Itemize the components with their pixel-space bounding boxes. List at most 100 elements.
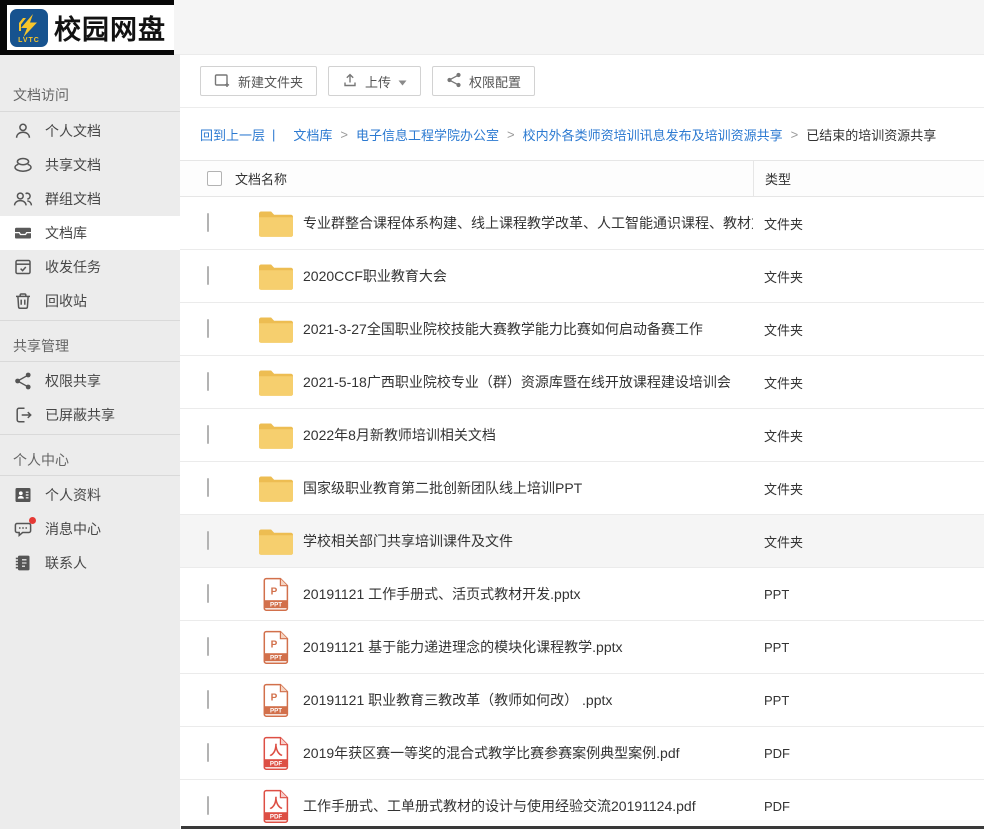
table-row[interactable]: 2021-5-18广西职业院校专业（群）资源库暨在线开放课程建设培训会文件夹 [180, 356, 984, 409]
library-icon [13, 223, 33, 243]
sidebar-item-send-receive-tasks[interactable]: 收发任务 [0, 250, 180, 284]
file-name[interactable]: 2021-3-27全国职业院校技能大赛教学能力比赛如何启动备赛工作 [303, 319, 753, 339]
breadcrumb-back-link[interactable]: 回到上一层 [200, 125, 265, 144]
toolbar: 新建文件夹 上传 权限配置 [180, 55, 984, 108]
file-name[interactable]: 20191121 工作手册式、活页式教材开发.pptx [303, 584, 753, 604]
table-row[interactable]: 2022年8月新教师培训相关文档文件夹 [180, 409, 984, 462]
file-name[interactable]: 学校相关部门共享培训课件及文件 [303, 531, 753, 551]
file-name[interactable]: 2022年8月新教师培训相关文档 [303, 425, 753, 445]
sidebar-item-message-center[interactable]: 消息中心 [0, 512, 180, 546]
row-checkbox[interactable] [207, 531, 209, 550]
sidebar-item-label: 回收站 [45, 291, 87, 311]
row-checkbox-cell [207, 479, 222, 497]
upload-button[interactable]: 上传 [328, 66, 421, 96]
file-name[interactable]: 国家级职业教育第二批创新团队线上培训PPT [303, 478, 753, 498]
folder-icon [257, 367, 295, 398]
file-type: PPT [753, 587, 984, 602]
breadcrumb-link[interactable]: 文档库 [293, 125, 332, 144]
breadcrumb-link[interactable]: 校内外各类师资培训讯息发布及培训资源共享 [523, 125, 783, 144]
row-checkbox-cell [207, 797, 222, 815]
file-name[interactable]: 2019年获区赛一等奖的混合式教学比赛参赛案例典型案例.pdf [303, 743, 753, 763]
sidebar-item-recycle-bin[interactable]: 回收站 [0, 284, 180, 318]
select-all-checkbox[interactable] [207, 171, 222, 186]
sidebar-item-blocked-share[interactable]: 已屏蔽共享 [0, 398, 180, 432]
ppt-icon: PPPT [257, 683, 295, 718]
breadcrumb-separator: > [507, 127, 515, 142]
file-type: PPT [753, 640, 984, 655]
row-checkbox-cell [207, 638, 222, 656]
table-row[interactable]: 人PDF2019年获区赛一等奖的混合式教学比赛参赛案例典型案例.pdfPDF [180, 727, 984, 780]
app-window: LVTC 校园网盘 文档访问个人文档共享文档群组文档文档库收发任务回收站共享管理… [0, 0, 984, 829]
row-checkbox[interactable] [207, 425, 209, 444]
ppt-icon: PPPT [257, 630, 295, 665]
sidebar-item-label: 权限共享 [45, 371, 101, 391]
column-header-type: 类型 [753, 161, 984, 196]
sidebar-section-items: 个人文档共享文档群组文档文档库收发任务回收站 [0, 112, 180, 320]
sidebar-item-label: 消息中心 [45, 519, 101, 539]
table-row[interactable]: 专业群整合课程体系构建、线上课程教学改革、人工智能通识课程、教材方面的文件夹 [180, 197, 984, 250]
breadcrumb-link[interactable]: 电子信息工程学院办公室 [356, 125, 499, 144]
svg-text:P: P [271, 692, 278, 703]
row-checkbox[interactable] [207, 796, 209, 815]
row-checkbox[interactable] [207, 266, 209, 285]
file-name[interactable]: 专业群整合课程体系构建、线上课程教学改革、人工智能通识课程、教材方面的 [303, 213, 753, 233]
table-row[interactable]: PPPT 20191121 基于能力递进理念的模块化课程教学.pptxPPT [180, 621, 984, 674]
sidebar-item-doc-library[interactable]: 文档库 [0, 216, 180, 250]
table-row[interactable]: 人PDF工作手册式、工单册式教材的设计与使用经验交流20191124.pdfPD… [180, 780, 984, 829]
sidebar-item-permission-share[interactable]: 权限共享 [0, 364, 180, 398]
file-type: 文件夹 [753, 214, 984, 233]
row-checkbox[interactable] [207, 637, 209, 656]
row-checkbox[interactable] [207, 743, 209, 762]
sidebar-item-profile[interactable]: 个人资料 [0, 478, 180, 512]
new-folder-button[interactable]: 新建文件夹 [200, 66, 317, 96]
sidebar-item-group-docs[interactable]: 群组文档 [0, 182, 180, 216]
row-checkbox-cell [207, 744, 222, 762]
row-checkbox-cell [207, 320, 222, 338]
row-checkbox[interactable] [207, 690, 209, 709]
user-icon [13, 121, 33, 141]
sidebar-section-header: 文档访问 [0, 55, 180, 112]
sidebar-item-shared-docs[interactable]: 共享文档 [0, 148, 180, 182]
row-checkbox-cell [207, 532, 222, 550]
folder-icon [257, 314, 295, 345]
sidebar-item-label: 群组文档 [45, 189, 101, 209]
row-checkbox-cell [207, 426, 222, 444]
sidebar-item-contacts[interactable]: 联系人 [0, 546, 180, 580]
permission-config-button[interactable]: 权限配置 [432, 66, 535, 96]
header: LVTC 校园网盘 [0, 0, 984, 55]
main-panel: 新建文件夹 上传 权限配置 回到上一层 | 文档库>电子信息工程学院办公室>校内… [180, 55, 984, 829]
sidebar-item-personal-docs[interactable]: 个人文档 [0, 114, 180, 148]
sidebar-item-label: 联系人 [45, 553, 87, 573]
file-name[interactable]: 2020CCF职业教育大会 [303, 266, 753, 286]
svg-text:人: 人 [269, 743, 283, 758]
svg-text:P: P [271, 586, 278, 597]
sidebar-item-label: 文档库 [45, 223, 87, 243]
table-row[interactable]: 2020CCF职业教育大会文件夹 [180, 250, 984, 303]
sidebar-item-label: 已屏蔽共享 [45, 405, 115, 425]
row-checkbox[interactable] [207, 213, 209, 232]
row-checkbox[interactable] [207, 319, 209, 338]
folder-icon [257, 208, 295, 239]
file-type: 文件夹 [753, 373, 984, 392]
row-checkbox[interactable] [207, 584, 209, 603]
file-name[interactable]: 20191121 基于能力递进理念的模块化课程教学.pptx [303, 637, 753, 657]
table-row[interactable]: PPPT20191121 工作手册式、活页式教材开发.pptxPPT [180, 568, 984, 621]
file-name[interactable]: 20191121 职业教育三教改革（教师如何改） .pptx [303, 690, 753, 710]
row-checkbox[interactable] [207, 372, 209, 391]
breadcrumb-current: 已结束的培训资源共享 [806, 125, 936, 144]
new-folder-label: 新建文件夹 [238, 72, 303, 91]
file-name[interactable]: 2021-5-18广西职业院校专业（群）资源库暨在线开放课程建设培训会 [303, 372, 753, 392]
breadcrumb-pipe: | [272, 127, 275, 142]
sidebar-section-header: 个人中心 [0, 434, 180, 476]
folder-icon [257, 261, 295, 292]
file-name[interactable]: 工作手册式、工单册式教材的设计与使用经验交流20191124.pdf [303, 796, 753, 816]
table-row[interactable]: 学校相关部门共享培训课件及文件文件夹 [180, 515, 984, 568]
sidebar-section-items: 个人资料消息中心联系人 [0, 476, 180, 582]
table-row[interactable]: 国家级职业教育第二批创新团队线上培训PPT文件夹 [180, 462, 984, 515]
table-row[interactable]: 2021-3-27全国职业院校技能大赛教学能力比赛如何启动备赛工作文件夹 [180, 303, 984, 356]
blocked-share-icon [13, 405, 33, 425]
shared-docs-icon [13, 155, 33, 175]
row-checkbox[interactable] [207, 478, 209, 497]
sidebar-item-label: 收发任务 [45, 257, 101, 277]
table-row[interactable]: PPPT20191121 职业教育三教改革（教师如何改） .pptxPPT [180, 674, 984, 727]
